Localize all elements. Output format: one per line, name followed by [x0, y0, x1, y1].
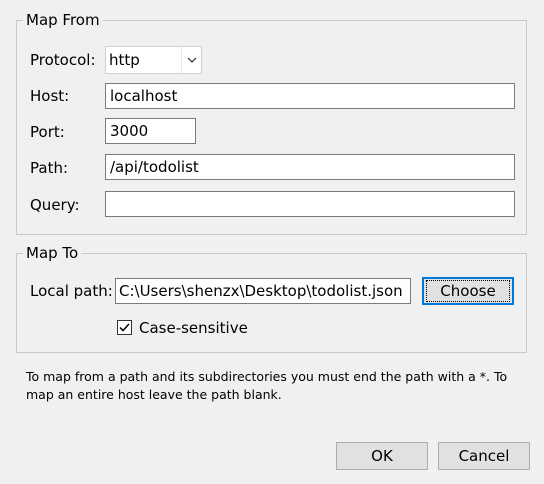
path-label: Path: [30, 159, 69, 177]
chevron-down-icon[interactable] [181, 47, 201, 73]
case-sensitive-checkbox[interactable] [117, 320, 132, 335]
query-label: Query: [30, 196, 80, 214]
cancel-button-label: Cancel [458, 447, 510, 465]
port-input[interactable]: 3000 [105, 118, 196, 144]
ok-button[interactable]: OK [336, 442, 428, 470]
map-to-title: Map To [23, 244, 82, 262]
local-path-label: Local path: [30, 282, 113, 300]
checkmark-icon [119, 323, 130, 332]
ok-button-label: OK [371, 447, 393, 465]
case-sensitive-label[interactable]: Case-sensitive [139, 318, 248, 338]
host-input[interactable]: localhost [105, 83, 515, 109]
map-from-title: Map From [23, 11, 103, 29]
host-label: Host: [30, 87, 70, 105]
local-path-input[interactable]: C:\Users\shenzx\Desktop\todolist.json [115, 278, 411, 304]
path-input[interactable]: /api/todolist [105, 154, 515, 180]
cancel-button[interactable]: Cancel [438, 442, 530, 470]
protocol-select[interactable]: http [105, 46, 202, 74]
choose-button[interactable]: Choose [422, 277, 514, 305]
protocol-value: http [109, 51, 140, 69]
port-label: Port: [30, 123, 65, 141]
choose-button-label: Choose [426, 280, 510, 302]
help-note: To map from a path and its subdirectorie… [26, 369, 508, 402]
protocol-label: Protocol: [30, 51, 96, 69]
query-input[interactable] [105, 191, 515, 217]
